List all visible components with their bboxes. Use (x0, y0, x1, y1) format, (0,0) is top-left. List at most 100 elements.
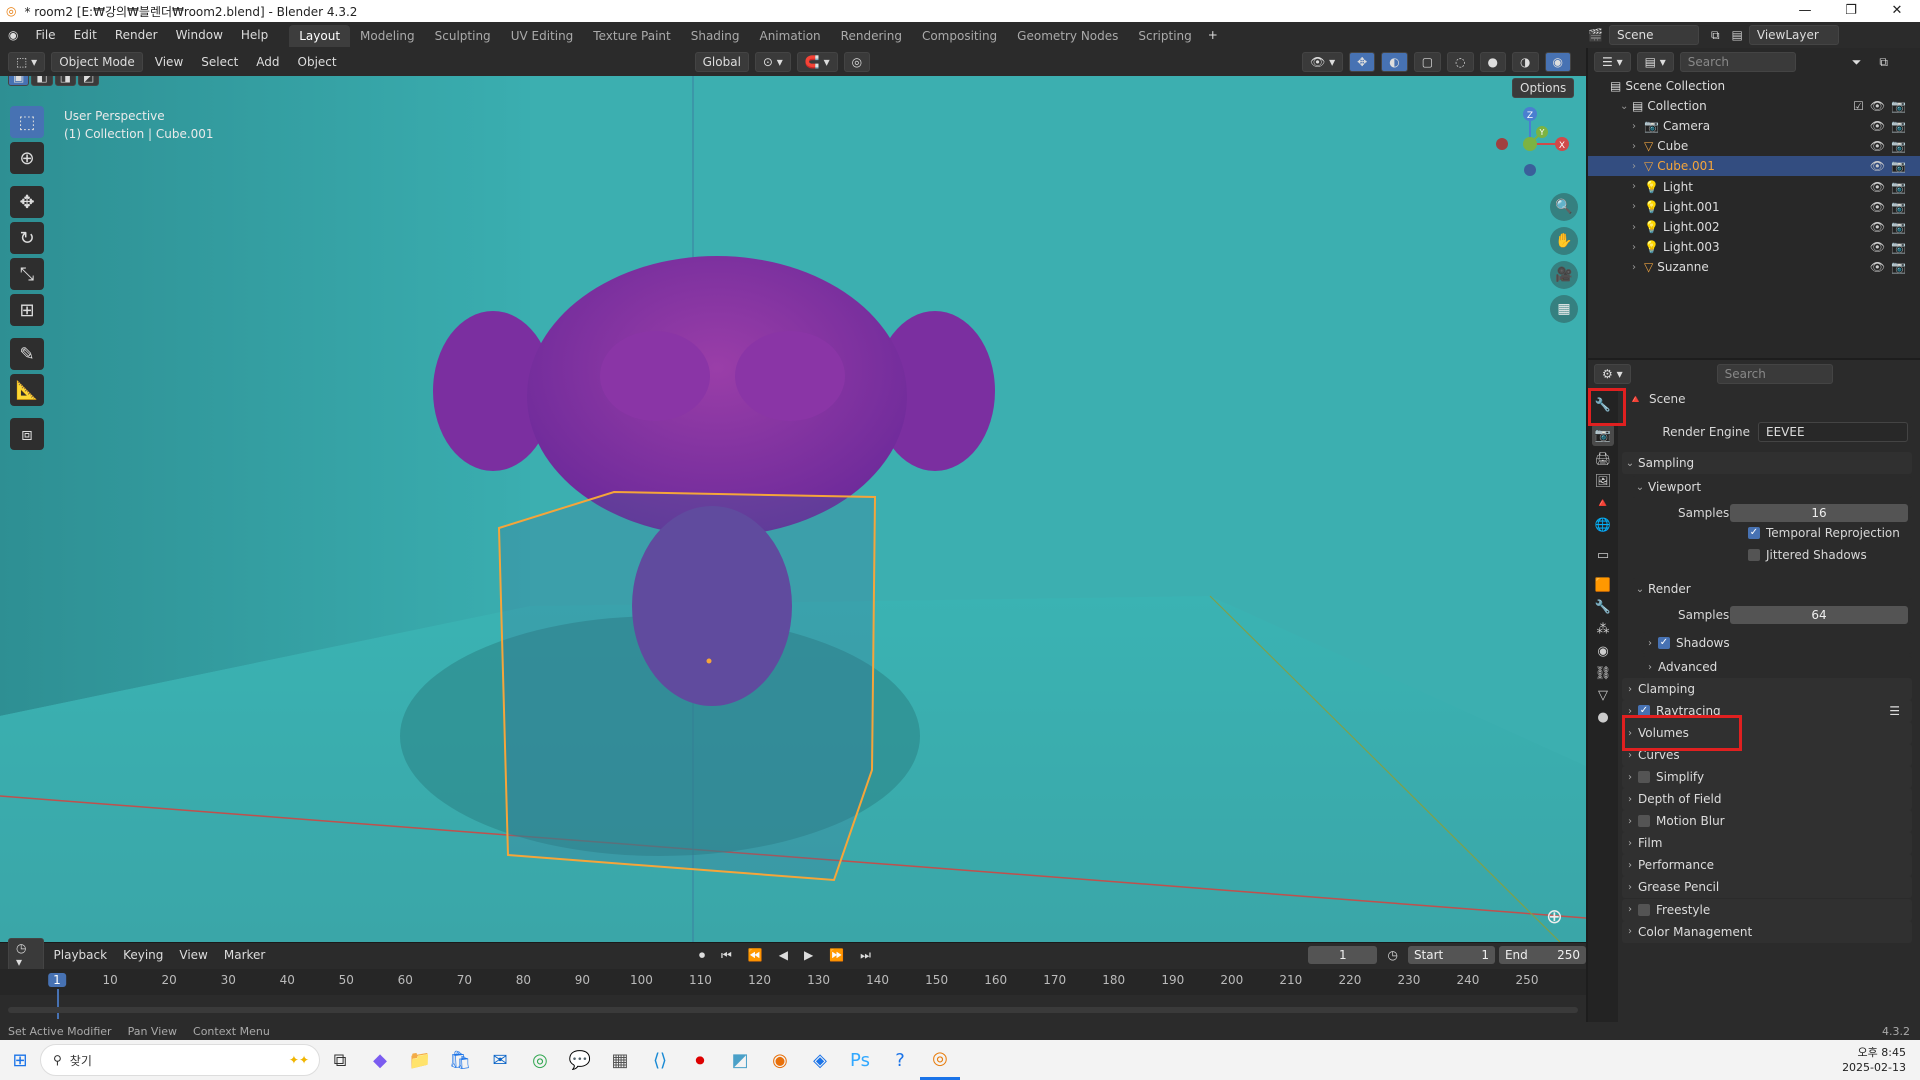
tab-sculpting[interactable]: Sculpting (425, 25, 501, 47)
collection-tab-icon[interactable]: ▭ (1592, 544, 1614, 566)
xray-icon[interactable]: ▢ (1413, 52, 1442, 72)
visibility-toggle-icons[interactable]: 👁📷 (1870, 220, 1912, 234)
close-button[interactable]: ✕ (1874, 0, 1920, 22)
editor-type-icon[interactable]: ⬚ ▾ (8, 52, 46, 72)
expand-arrow-icon[interactable]: › (1632, 181, 1644, 192)
viewport-subpanel-header[interactable]: ⌄ Viewport (1632, 476, 1912, 498)
outliner-item-light[interactable]: › 💡 Light 👁📷 (1588, 177, 1920, 197)
film-panel-header[interactable]: › Film (1622, 832, 1912, 855)
freestyle-checkbox[interactable] (1638, 903, 1650, 916)
display-mode-icon[interactable]: ▤ ▾ (1636, 52, 1674, 72)
expand-arrow-icon[interactable]: › (1632, 121, 1644, 132)
minimize-button[interactable]: — (1782, 0, 1828, 22)
photoshop-icon[interactable]: Ps (840, 1040, 880, 1080)
select-new-icon[interactable]: ▣ (8, 76, 30, 86)
menu-add[interactable]: Add (250, 55, 285, 69)
play-icon[interactable]: ▶ (798, 948, 819, 962)
render-tab-icon[interactable]: 📷 (1592, 424, 1614, 446)
tab-texture-paint[interactable]: Texture Paint (583, 25, 680, 47)
menu-timeline-view[interactable]: View (173, 948, 213, 962)
preview-range-icon[interactable]: ◷ (1381, 948, 1403, 962)
select-subtract-icon[interactable]: ◨ (54, 76, 77, 86)
tab-animation[interactable]: Animation (749, 25, 830, 47)
end-frame-field[interactable]: End 250 (1498, 946, 1586, 964)
properties-editor-type-icon[interactable]: ⚙ ▾ (1594, 364, 1631, 384)
menu-marker[interactable]: Marker (218, 948, 271, 962)
visibility-toggle-icons[interactable]: 👁📷 (1870, 180, 1912, 194)
collection-row[interactable]: ⌄ ▤ Collection ☑👁📷 (1588, 96, 1920, 116)
timeline-scrollbar[interactable] (8, 1007, 1578, 1013)
raytracing-panel-header[interactable]: › ✓ Raytracing ☰ (1622, 700, 1912, 723)
outliner-item-suzanne[interactable]: › ▽ Suzanne 👁📷 (1588, 257, 1920, 277)
overlay-toggle-icon[interactable]: ◐ (1381, 52, 1408, 72)
playhead-line[interactable] (57, 989, 59, 1019)
scene-icon[interactable]: 🎬 (1588, 28, 1603, 42)
taskbar-search[interactable]: ⚲ 찾기 ✦✦ (40, 1044, 320, 1076)
view-layer-selector[interactable]: ViewLayer (1748, 25, 1839, 45)
clamping-panel-header[interactable]: › Clamping (1622, 678, 1912, 700)
expand-arrow-icon[interactable]: ⌄ (1620, 101, 1632, 112)
jump-end-icon[interactable]: ⏭ (854, 948, 877, 963)
tab-shading[interactable]: Shading (681, 25, 750, 47)
depth-of-field-panel-header[interactable]: › Depth of Field (1622, 788, 1912, 811)
select-box-icon[interactable]: ⬚ (10, 106, 44, 138)
mode-selector[interactable]: Object Mode (51, 52, 143, 72)
menu-playback[interactable]: Playback (48, 948, 114, 962)
modifier-tab-icon[interactable]: 🔧 (1592, 596, 1614, 618)
calculator-icon[interactable]: ▦ (600, 1040, 640, 1080)
expand-arrow-icon[interactable]: › (1632, 161, 1644, 172)
advanced-subpanel-header[interactable]: › Advanced (1642, 656, 1912, 678)
navigation-gizmo[interactable]: Z X Y (1490, 104, 1570, 184)
visibility-toggle-icons[interactable]: 👁📷 (1870, 240, 1912, 254)
3d-viewport[interactable]: User Perspective (1) Collection | Cube.0… (0, 76, 1586, 942)
timeline-editor-type-icon[interactable]: ◷ ▾ (8, 938, 44, 972)
menu-view[interactable]: View (149, 55, 189, 69)
color-management-panel-header[interactable]: › Color Management (1622, 920, 1912, 943)
view-layer-icon[interactable]: ▤ (1732, 28, 1743, 42)
shadows-checkbox[interactable]: ✓ (1658, 637, 1670, 649)
view-layer-tab-icon[interactable]: 🖼 (1592, 470, 1614, 492)
task-view-icon[interactable]: ⧉ (320, 1040, 360, 1080)
record-icon[interactable]: ⏺ (693, 948, 711, 963)
expand-arrow-icon[interactable]: › (1632, 262, 1644, 273)
wireframe-shading-icon[interactable]: ◌ (1447, 52, 1474, 72)
pan-hand-icon[interactable]: ✋ (1550, 227, 1578, 255)
tab-compositing[interactable]: Compositing (912, 25, 1007, 47)
tab-geometry-nodes[interactable]: Geometry Nodes (1007, 25, 1128, 47)
menu-file[interactable]: File (26, 22, 64, 48)
prev-keyframe-icon[interactable]: ⏪ (742, 948, 769, 962)
raytracing-checkbox[interactable]: ✓ (1638, 705, 1650, 718)
menu-keying[interactable]: Keying (117, 948, 169, 962)
volumes-panel-header[interactable]: › Volumes (1622, 722, 1912, 745)
render-samples-field[interactable]: 64 (1730, 606, 1908, 624)
current-frame-field[interactable]: 1 (1308, 946, 1378, 964)
tab-uv-editing[interactable]: UV Editing (501, 25, 584, 47)
menu-edit[interactable]: Edit (65, 22, 106, 48)
outliner-item-cube[interactable]: › ▽ Cube 👁📷 (1588, 136, 1920, 156)
output-tab-icon[interactable]: 🖨 (1592, 448, 1614, 470)
maximize-button[interactable]: ❐ (1828, 0, 1874, 22)
rendered-shading-icon[interactable]: ◉ (1544, 52, 1571, 72)
visibility-toggle-icons[interactable]: 👁📷 (1870, 200, 1912, 214)
add-workspace-icon[interactable]: + (1202, 28, 1224, 42)
move-icon[interactable]: ✥ (10, 186, 44, 218)
outliner-item-camera[interactable]: › 📷 Camera 👁📷 (1588, 116, 1920, 136)
jittered-shadows-checkbox[interactable] (1748, 549, 1760, 561)
transform-icon[interactable]: ⊞ (10, 294, 44, 326)
visibility-icon[interactable]: 👁 ▾ (1302, 52, 1344, 72)
outliner-item-light-002[interactable]: › 💡 Light.002 👁📷 (1588, 217, 1920, 237)
proportional-edit-icon[interactable]: ◎ (843, 52, 871, 72)
cursor-icon[interactable]: ⊕ (10, 142, 44, 174)
blender-menu-icon[interactable]: ◉ (0, 28, 26, 42)
annotate-icon[interactable]: ✎ (10, 338, 44, 370)
constraints-tab-icon[interactable]: ⛓ (1592, 662, 1614, 684)
scale-icon[interactable]: ⤡ (10, 258, 44, 290)
chrome-icon[interactable]: ◎ (520, 1040, 560, 1080)
object-tab-icon[interactable]: 🟧 (1592, 574, 1614, 596)
kakaotalk-icon[interactable]: 💬 (560, 1040, 600, 1080)
outliner-item-light-003[interactable]: › 💡 Light.003 👁📷 (1588, 237, 1920, 257)
select-extend-icon[interactable]: ◧ (31, 76, 53, 86)
notes-icon[interactable]: ◩ (720, 1040, 760, 1080)
presets-list-icon[interactable]: ☰ (1889, 704, 1900, 718)
system-clock[interactable]: 오후 8:45 2025-02-13 (1842, 1045, 1906, 1075)
